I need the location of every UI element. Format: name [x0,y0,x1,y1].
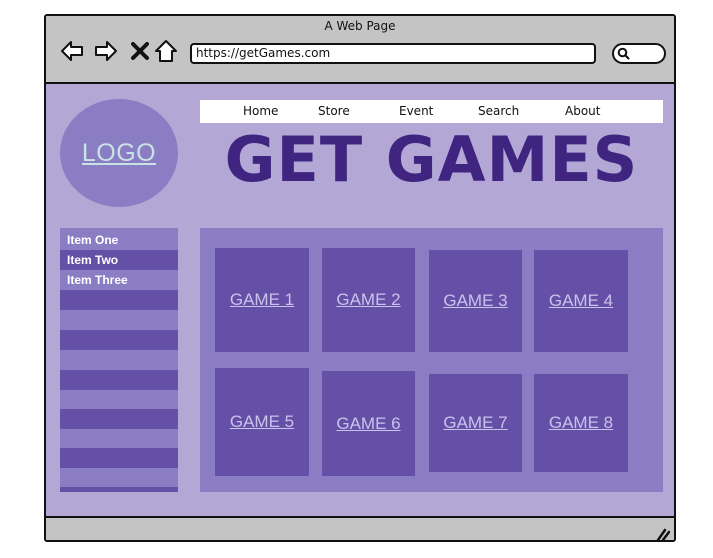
game-link[interactable]: GAME 5 [230,412,294,432]
browser-chrome: A Web Page https://getGames.com [46,16,674,84]
search-field[interactable] [612,43,666,64]
game-link[interactable]: GAME 3 [443,291,507,311]
sidebar-item-one[interactable]: Item One [60,230,178,250]
games-grid: GAME 1 GAME 2 GAME 3 GAME 4 GAME 5 GAME … [200,228,663,492]
game-link[interactable]: GAME 1 [230,290,294,310]
logo-label[interactable]: LOGO [82,139,156,168]
game-link[interactable]: GAME 4 [549,291,613,311]
game-link[interactable]: GAME 6 [336,414,400,434]
resize-grip-icon[interactable] [654,527,670,541]
game-link[interactable]: GAME 8 [549,413,613,433]
sidebar-row[interactable] [60,290,178,310]
sidebar-row[interactable] [60,330,178,350]
page-title: GET GAMES [224,123,639,196]
game-tile-7[interactable]: GAME 7 [429,374,522,472]
game-tile-1[interactable]: GAME 1 [215,248,309,352]
forward-arrow-icon[interactable] [92,37,120,65]
sidebar-item-two[interactable]: Item Two [60,250,178,270]
sidebar-item-label: Item Three [67,273,128,287]
game-link[interactable]: GAME 7 [443,413,507,433]
sidebar: Item One Item Two Item Three [60,228,178,492]
sidebar-row[interactable] [60,370,178,390]
sidebar-item-label: Item One [67,233,119,247]
game-tile-4[interactable]: GAME 4 [534,250,628,352]
home-icon[interactable] [152,37,180,65]
sidebar-row[interactable] [60,448,178,468]
sidebar-row[interactable] [60,487,178,492]
nav-item-search[interactable]: Search [478,104,519,118]
game-link[interactable]: GAME 2 [336,290,400,310]
game-tile-3[interactable]: GAME 3 [429,250,522,352]
nav-item-about[interactable]: About [565,104,600,118]
logo[interactable]: LOGO [60,99,178,207]
nav-item-home[interactable]: Home [243,104,278,118]
browser-window: A Web Page https://getGames.com LOGO Hom… [44,14,676,542]
window-title: A Web Page [324,19,396,33]
game-tile-6[interactable]: GAME 6 [322,371,415,476]
close-icon[interactable] [126,37,154,65]
sidebar-row[interactable] [60,409,178,429]
game-tile-2[interactable]: GAME 2 [322,248,415,352]
game-tile-8[interactable]: GAME 8 [534,374,628,472]
status-bar [46,516,674,541]
game-tile-5[interactable]: GAME 5 [215,368,309,476]
page-content: LOGO Home Store Event Search About GET G… [46,84,674,516]
url-bar[interactable]: https://getGames.com [190,43,596,64]
nav-item-event[interactable]: Event [399,104,433,118]
nav-item-store[interactable]: Store [318,104,350,118]
sidebar-item-label: Item Two [67,253,119,267]
search-icon [617,47,630,60]
sidebar-item-three[interactable]: Item Three [60,270,178,290]
back-arrow-icon[interactable] [58,37,86,65]
